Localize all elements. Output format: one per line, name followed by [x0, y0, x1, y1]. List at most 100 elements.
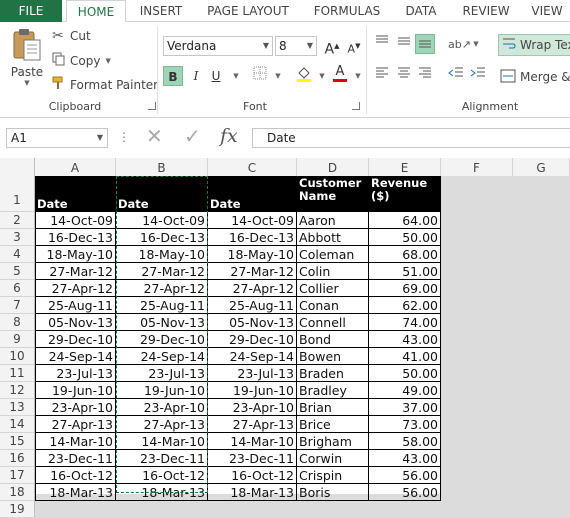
table-cell[interactable]: 24-Sep-14 — [208, 348, 297, 365]
table-cell[interactable]: Abbott — [297, 229, 369, 246]
row-header[interactable]: 16 — [0, 450, 35, 467]
table-cell[interactable]: 16-Oct-12 — [208, 467, 297, 484]
table-cell[interactable]: 27-Apr-13 — [116, 416, 208, 433]
table-cell[interactable]: 51.00 — [369, 263, 441, 280]
row-header[interactable]: 18 — [0, 484, 35, 501]
header-cell-a[interactable]: Date — [35, 176, 116, 212]
table-cell[interactable]: 73.00 — [369, 416, 441, 433]
tab-review[interactable]: REVIEW — [456, 0, 516, 22]
row-header[interactable]: 2 — [0, 212, 35, 229]
wrap-text-button[interactable]: Wrap Tex — [498, 34, 570, 56]
align-center-button[interactable] — [394, 66, 414, 86]
row-header[interactable]: 15 — [0, 433, 35, 450]
table-cell[interactable]: 23-Dec-11 — [35, 450, 116, 467]
column-header-a[interactable]: A — [35, 158, 116, 178]
table-cell[interactable]: Bond — [297, 331, 369, 348]
table-cell[interactable]: 27-Apr-12 — [116, 280, 208, 297]
row-header[interactable]: 8 — [0, 314, 35, 331]
table-cell[interactable]: 25-Aug-11 — [208, 297, 297, 314]
font-name-dropdown[interactable]: Verdana ▼ — [163, 36, 273, 56]
format-painter-button[interactable]: Format Painter — [52, 76, 158, 93]
font-size-dropdown[interactable]: 8 ▼ — [275, 36, 317, 56]
table-cell[interactable]: 14-Oct-09 — [116, 212, 208, 229]
table-cell[interactable]: Brian — [297, 399, 369, 416]
row-header[interactable]: 9 — [0, 331, 35, 348]
top-align-button[interactable] — [372, 34, 392, 54]
name-box[interactable]: A1 ▼ — [6, 128, 108, 148]
column-header-b[interactable]: B — [116, 158, 208, 178]
table-cell[interactable]: 18-May-10 — [208, 246, 297, 263]
table-cell[interactable]: Collier — [297, 280, 369, 297]
table-cell[interactable]: 50.00 — [369, 365, 441, 382]
table-cell[interactable]: 25-Aug-11 — [116, 297, 208, 314]
bold-button[interactable]: B — [163, 66, 183, 86]
table-cell[interactable]: 56.00 — [369, 484, 441, 501]
table-cell[interactable]: Brice — [297, 416, 369, 433]
table-cell[interactable]: 27-Mar-12 — [35, 263, 116, 280]
enter-icon[interactable]: ✓ — [184, 126, 201, 146]
tab-insert[interactable]: INSERT — [130, 0, 192, 22]
table-cell[interactable]: Coleman — [297, 246, 369, 263]
row-header[interactable]: 3 — [0, 229, 35, 246]
table-cell[interactable]: 18-Mar-13 — [116, 484, 208, 501]
column-header-f[interactable]: F — [441, 158, 513, 178]
align-right-button[interactable] — [415, 66, 435, 86]
table-cell[interactable]: 14-Oct-09 — [35, 212, 116, 229]
column-header-d[interactable]: D — [297, 158, 369, 178]
align-left-button[interactable] — [372, 66, 392, 86]
table-cell[interactable]: 27-Mar-12 — [116, 263, 208, 280]
table-cell[interactable]: 58.00 — [369, 433, 441, 450]
table-cell[interactable]: 23-Jul-13 — [208, 365, 297, 382]
row-header[interactable]: 14 — [0, 416, 35, 433]
table-cell[interactable]: Connell — [297, 314, 369, 331]
table-cell[interactable]: 14-Mar-10 — [35, 433, 116, 450]
column-header-g[interactable]: G — [513, 158, 570, 178]
table-cell[interactable]: 16-Dec-13 — [35, 229, 116, 246]
merge-center-button[interactable]: Merge & — [500, 66, 570, 88]
font-color-button[interactable]: A — [330, 64, 350, 84]
table-cell[interactable]: 24-Sep-14 — [116, 348, 208, 365]
table-cell[interactable]: 23-Apr-10 — [116, 399, 208, 416]
chevron-down-icon[interactable]: ▼ — [312, 66, 332, 86]
table-cell[interactable]: 16-Dec-13 — [208, 229, 297, 246]
table-cell[interactable]: 19-Jun-10 — [208, 382, 297, 399]
column-header-e[interactable]: E — [369, 158, 441, 178]
row-header[interactable]: 10 — [0, 348, 35, 365]
table-cell[interactable]: 18-May-10 — [35, 246, 116, 263]
tab-page-layout[interactable]: PAGE LAYOUT — [198, 0, 298, 22]
table-cell[interactable]: 56.00 — [369, 467, 441, 484]
empty-cells-area[interactable] — [441, 176, 570, 518]
tab-home[interactable]: HOME — [66, 0, 126, 23]
table-cell[interactable]: 14-Oct-09 — [208, 212, 297, 229]
select-all-corner[interactable] — [0, 158, 35, 178]
table-cell[interactable]: 16-Dec-13 — [116, 229, 208, 246]
orientation-button[interactable]: ab↗ — [448, 34, 471, 54]
increase-indent-button[interactable] — [468, 66, 488, 86]
row-header[interactable]: 17 — [0, 467, 35, 484]
decrease-font-size-button[interactable]: A▼ — [344, 36, 364, 56]
table-cell[interactable]: 43.00 — [369, 450, 441, 467]
table-cell[interactable]: 27-Apr-12 — [208, 280, 297, 297]
table-cell[interactable]: Boris — [297, 484, 369, 501]
table-cell[interactable]: Colin — [297, 263, 369, 280]
table-cell[interactable]: 23-Dec-11 — [208, 450, 297, 467]
table-cell[interactable]: 23-Dec-11 — [116, 450, 208, 467]
middle-align-button[interactable] — [394, 34, 414, 54]
table-cell[interactable]: 23-Jul-13 — [116, 365, 208, 382]
row-header[interactable]: 19 — [0, 501, 35, 518]
decrease-indent-button[interactable] — [446, 66, 466, 86]
table-cell[interactable]: 19-Jun-10 — [35, 382, 116, 399]
increase-font-size-button[interactable]: A▲ — [322, 36, 342, 58]
header-cell-b[interactable]: Date — [116, 176, 208, 212]
table-cell[interactable]: 18-May-10 — [116, 246, 208, 263]
tab-data[interactable]: DATA — [396, 0, 446, 22]
table-cell[interactable]: 49.00 — [369, 382, 441, 399]
row-header[interactable]: 11 — [0, 365, 35, 382]
table-cell[interactable]: Bradley — [297, 382, 369, 399]
table-cell[interactable]: Crispin — [297, 467, 369, 484]
table-cell[interactable]: 27-Apr-13 — [35, 416, 116, 433]
table-cell[interactable]: Conan — [297, 297, 369, 314]
row-header[interactable]: 13 — [0, 399, 35, 416]
table-cell[interactable]: 19-Jun-10 — [116, 382, 208, 399]
table-cell[interactable]: Aaron — [297, 212, 369, 229]
